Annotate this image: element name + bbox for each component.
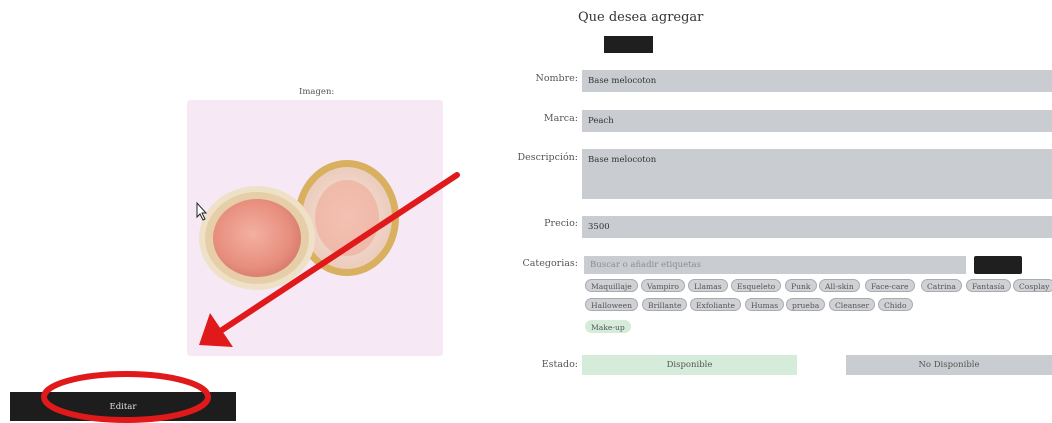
add-category-button[interactable] — [974, 256, 1022, 274]
product-photo — [199, 160, 399, 290]
precio-label: Precio: — [544, 218, 578, 229]
tag-chip[interactable]: All-skin — [819, 279, 860, 292]
tag-chip[interactable]: Cosplay — [1013, 279, 1052, 292]
selected-tag-chip[interactable]: Make-up — [585, 320, 631, 333]
estado-no-disponible-button[interactable]: No Disponible — [846, 355, 1052, 375]
tag-chip[interactable]: Chido — [878, 298, 913, 311]
tag-chip[interactable]: Exfoliante — [690, 298, 742, 311]
image-label: Imagen: — [299, 87, 335, 97]
estado-label: Estado: — [541, 359, 578, 370]
tag-chip[interactable]: prueba — [786, 298, 826, 311]
tag-chip[interactable]: Catrina — [921, 279, 962, 292]
categorias-search-input[interactable]: Buscar o añadir etiquetas — [584, 256, 966, 274]
categorias-label: Categorias: — [522, 258, 579, 269]
tag-chip[interactable]: Face-care — [865, 279, 915, 292]
tag-chip[interactable]: Esqueleto — [731, 279, 782, 292]
tag-chip[interactable]: Vampiro — [641, 279, 686, 292]
edit-button[interactable]: Editar — [10, 392, 236, 421]
tag-chip[interactable]: Fantasía — [966, 279, 1011, 292]
tag-chip[interactable]: Punk — [785, 279, 817, 292]
nombre-label: Nombre: — [535, 73, 579, 84]
precio-input[interactable]: 3500 — [582, 216, 1052, 238]
estado-disponible-button[interactable]: Disponible — [582, 355, 797, 375]
descripcion-label: Descripción: — [517, 152, 579, 163]
top-action-button[interactable] — [604, 36, 653, 53]
tag-chip[interactable]: Cleanser — [829, 298, 876, 311]
product-image[interactable] — [187, 100, 443, 356]
marca-input[interactable]: Peach — [582, 110, 1052, 132]
tag-chip[interactable]: Llamas — [688, 279, 728, 292]
tag-chip[interactable]: Brillante — [642, 298, 688, 311]
nombre-input[interactable]: Base melocoton — [582, 70, 1052, 92]
marca-label: Marca: — [543, 113, 578, 124]
tag-chip[interactable]: Maquillaje — [585, 279, 638, 292]
tag-chip[interactable]: Humas — [745, 298, 785, 311]
form-title: Que desea agregar — [578, 10, 704, 25]
tag-chip[interactable]: Halloween — [585, 298, 638, 311]
descripcion-textarea[interactable]: Base melocoton — [582, 149, 1052, 199]
